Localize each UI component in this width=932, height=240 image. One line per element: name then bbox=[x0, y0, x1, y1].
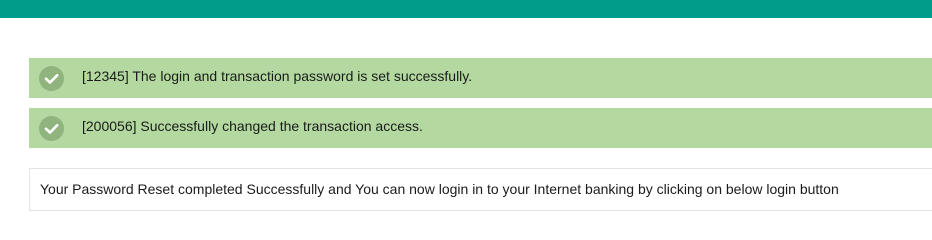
success-alert: [12345] The login and transaction passwo… bbox=[29, 58, 932, 98]
info-message: Your Password Reset completed Successful… bbox=[40, 181, 839, 197]
check-circle-icon bbox=[39, 116, 64, 141]
check-circle-icon bbox=[39, 66, 64, 91]
alert-message: [200056] Successfully changed the transa… bbox=[82, 118, 423, 134]
alert-message: [12345] The login and transaction passwo… bbox=[82, 68, 473, 84]
header-bar bbox=[0, 0, 932, 18]
info-panel: Your Password Reset completed Successful… bbox=[29, 168, 932, 211]
success-alert: [200056] Successfully changed the transa… bbox=[29, 108, 932, 148]
